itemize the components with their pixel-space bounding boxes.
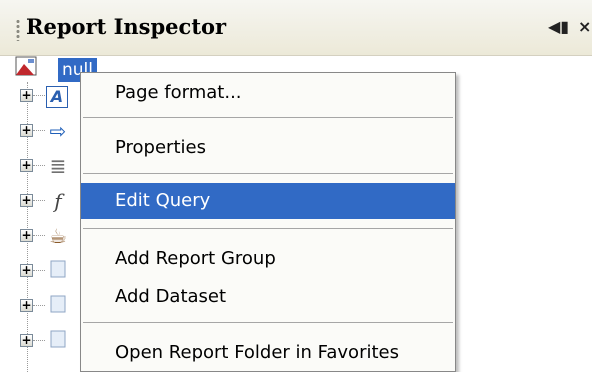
expand-icon[interactable]: +	[20, 264, 33, 277]
expand-icon[interactable]: +	[20, 89, 33, 102]
panel-header: Report Inspector ◀▮ ×	[0, 0, 592, 56]
menu-separator	[83, 117, 453, 118]
menu-item-add-dataset[interactable]: Add Dataset	[81, 279, 455, 315]
band-icon	[46, 259, 70, 283]
styles-icon: A	[46, 86, 68, 108]
variables-icon: f	[54, 189, 62, 213]
minimize-icon[interactable]: ◀▮	[548, 16, 572, 38]
scriptlets-icon: ☕	[49, 224, 67, 248]
close-icon[interactable]: ×	[578, 16, 592, 38]
menu-separator	[83, 173, 453, 174]
expand-icon[interactable]: +	[20, 299, 33, 312]
menu-item-page-format[interactable]: Page format...	[81, 75, 455, 111]
fields-icon: ≣	[49, 154, 67, 178]
expand-icon[interactable]: +	[20, 194, 33, 207]
menu-item-add-report-group[interactable]: Add Report Group	[81, 241, 455, 277]
menu-item-edit-query[interactable]: Edit Query	[81, 183, 455, 219]
menu-item-properties[interactable]: Properties	[81, 130, 455, 166]
expand-icon[interactable]: +	[20, 159, 33, 172]
context-menu: Page format... Properties Edit Query Add…	[80, 72, 456, 372]
panel-title: Report Inspector	[26, 14, 227, 39]
band-icon	[46, 329, 70, 353]
menu-separator	[83, 322, 453, 323]
menu-separator	[83, 228, 453, 229]
expand-icon[interactable]: +	[20, 124, 33, 137]
menu-item-open-report-folder[interactable]: Open Report Folder in Favorites	[81, 335, 455, 371]
band-icon	[46, 294, 70, 318]
parameters-icon: ⇨	[49, 119, 67, 143]
report-icon	[14, 56, 42, 78]
expand-icon[interactable]: +	[20, 334, 33, 347]
drag-grip[interactable]	[16, 19, 20, 41]
expand-icon[interactable]: +	[20, 229, 33, 242]
